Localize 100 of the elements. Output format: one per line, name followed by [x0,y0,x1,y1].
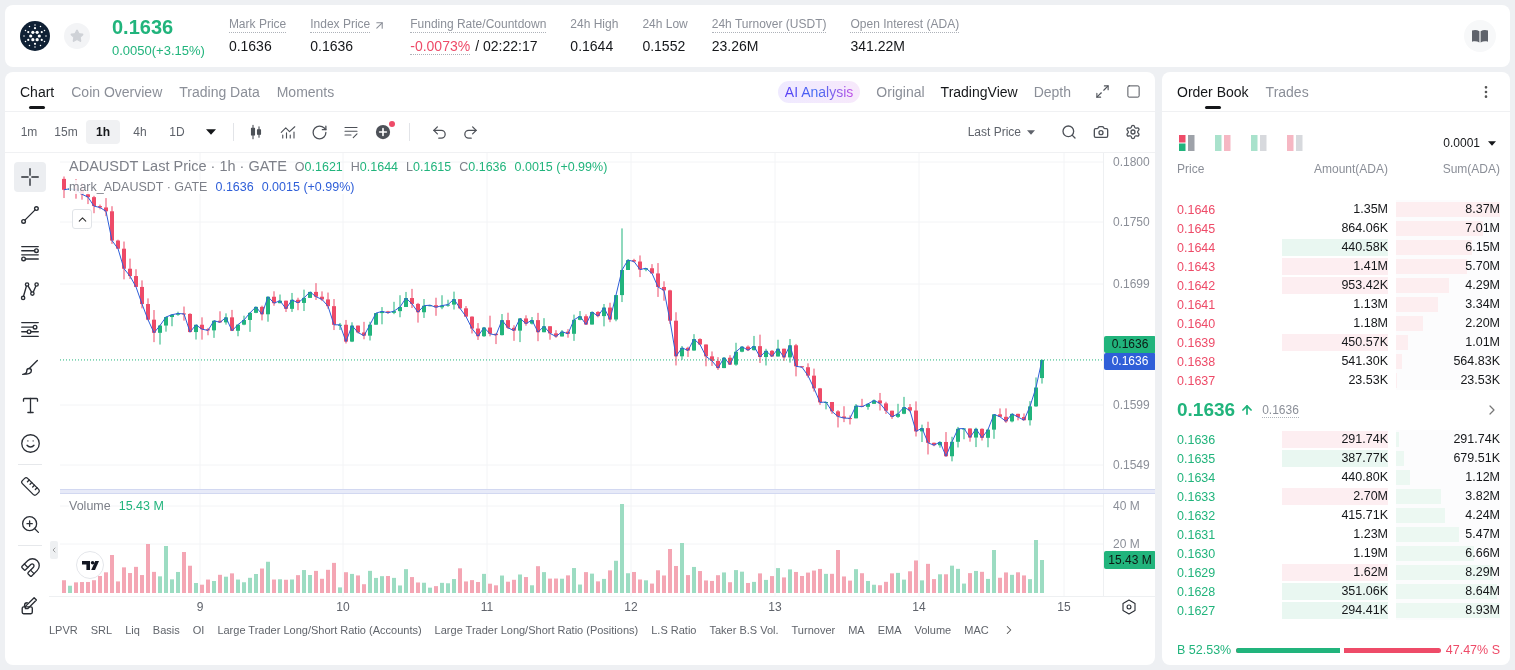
precision-dropdown[interactable]: 0.0001 [1443,136,1496,150]
interval-button[interactable]: 1m [12,120,46,144]
expand-icon[interactable] [1095,84,1110,99]
price-axis-label: 0.1599 [1113,398,1150,412]
mark-symbol-title: mark_ADAUSDT · GATE [69,180,208,194]
ruler-icon [19,475,41,497]
indicator-tab[interactable]: Large Trader Long/Short Ratio (Positions) [434,623,639,636]
window-square-icon[interactable] [1126,84,1141,99]
order-sum: 679.51K [1453,451,1500,466]
book-layout-icon[interactable] [1179,135,1195,151]
indicator-tab[interactable]: MA [848,623,865,636]
interval-button[interactable]: 1D [160,120,194,144]
price-axis-label: 0.1699 [1113,277,1150,291]
price-source-dropdown[interactable]: Last Price [967,125,1035,139]
indicator-tab[interactable]: Large Trader Long/Short Ratio (Accounts) [217,623,422,636]
chart-tab[interactable]: Coin Overview [71,72,163,111]
ask-price[interactable]: 0.1637 [1177,373,1282,388]
indicator-tab[interactable]: LPVR [49,623,78,636]
crosshair-tool[interactable] [14,162,46,192]
order-sum: 6.66M [1465,546,1500,561]
collapse-legend-button[interactable] [72,209,92,229]
bid-price[interactable]: 0.1636 [1177,432,1282,447]
undo-icon[interactable] [431,123,448,141]
ask-price[interactable]: 0.1642 [1177,278,1282,293]
zoom-in-icon [19,513,41,535]
ask-price[interactable]: 0.1643 [1177,259,1282,274]
ask-price[interactable]: 0.1639 [1177,335,1282,350]
ask-price[interactable]: 0.1645 [1177,221,1282,236]
hexagon-settings-icon[interactable] [1120,598,1138,616]
ask-price[interactable]: 0.1644 [1177,240,1282,255]
order-amount: 1.41M [1282,258,1388,275]
interval-button[interactable]: 1h [86,120,120,144]
indicator-tab[interactable]: MAC [964,623,989,636]
bid-price[interactable]: 0.1631 [1177,527,1282,542]
time-axis-label: 13 [768,600,782,614]
chart-tab[interactable]: Chart [20,72,55,111]
order-sum: 564.83K [1453,354,1500,369]
stat-value: 0.1636 [310,38,354,54]
ask-price[interactable]: 0.1641 [1177,297,1282,312]
bid-price[interactable]: 0.1634 [1177,470,1282,485]
chart-tab[interactable]: Trading Data [179,72,260,111]
chart-logo-icon[interactable] [76,551,104,579]
order-book-tab[interactable]: Order Book [1177,72,1249,111]
ask-price[interactable]: 0.1646 [1177,202,1282,217]
indicator-tab[interactable]: EMA [877,623,902,636]
bid-price[interactable]: 0.1629 [1177,565,1282,580]
order-sum: 4.29M [1465,278,1500,293]
stat-label: Mark Price [228,17,287,33]
stat-label: 24h Turnover (USDT) [711,17,827,33]
ask-price[interactable]: 0.1640 [1177,316,1282,331]
indicator-tab[interactable]: SRL [90,623,113,636]
bid-price[interactable]: 0.1627 [1177,603,1282,618]
order-sum: 8.64M [1465,584,1500,599]
indicator-tab[interactable]: Volume [914,623,952,636]
rotate-icon[interactable] [311,123,328,141]
countdown-value: / 02:22:17 [475,38,538,54]
guide-button[interactable] [1464,20,1496,52]
order-sum: 1.12M [1465,470,1500,485]
time-axis-label: 10 [336,600,350,614]
caret-down-icon[interactable] [206,129,216,135]
bid-price[interactable]: 0.1630 [1177,546,1282,561]
bid-price[interactable]: 0.1628 [1177,584,1282,599]
ask-price[interactable]: 0.1638 [1177,354,1282,369]
order-amount: 294.41K [1282,602,1388,619]
chart-view-tab[interactable]: TradingView [940,83,1018,100]
volume-title: Volume [69,499,111,513]
indicator-tab[interactable]: L.S Ratio [651,623,697,636]
indicator-tab[interactable]: Liq [125,623,140,636]
stat-label: 24h High [570,17,619,33]
bid-price[interactable]: 0.1633 [1177,489,1282,504]
settings-icon[interactable] [1125,124,1141,140]
indicator-tab[interactable]: Turnover [791,623,836,636]
stat-label: Open Interest (ADA) [850,17,960,33]
interval-button[interactable]: 4h [123,120,157,144]
order-sum: 7.01M [1465,221,1500,236]
chart-view-tab[interactable]: Depth [1033,83,1071,100]
order-book-tab[interactable]: Trades [1265,72,1309,111]
camera-icon[interactable] [1093,124,1109,140]
search-icon[interactable] [1061,124,1077,140]
bid-price[interactable]: 0.1632 [1177,508,1282,523]
volume-axis-label: 40 M [1113,499,1140,513]
indicator-tab[interactable]: OI [192,623,205,636]
chart-tab[interactable]: Moments [276,72,335,111]
order-sum: 8.93M [1465,603,1500,618]
book-icon [1472,29,1488,43]
crosshair-icon [19,166,41,188]
chart-view-tab[interactable]: Original [876,83,925,100]
redo-icon[interactable] [462,123,479,141]
chart-line-icon[interactable] [279,123,297,141]
indicator-tab[interactable]: Taker B.S Vol. [709,623,779,636]
interval-button[interactable]: 15m [49,120,83,144]
order-sum: 3.82M [1465,489,1500,504]
volume-tag: 15.43 M [1104,551,1155,569]
mid-price: 0.1636 [1177,399,1236,421]
plus-circle-icon[interactable] [374,123,392,141]
bid-price[interactable]: 0.1635 [1177,451,1282,466]
indicator-tab[interactable]: Basis [152,623,180,636]
ai-analysis-button[interactable]: AI Analysis [777,80,861,103]
order-sum: 5.70M [1465,259,1500,274]
order-sum: 4.24M [1465,508,1500,523]
